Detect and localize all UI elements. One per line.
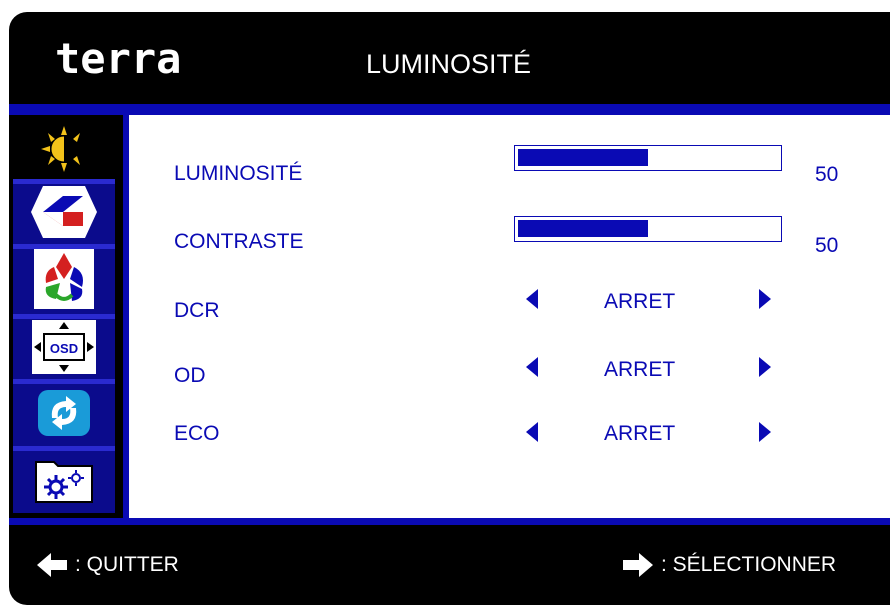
footer: : QUITTER : SÉLECTIONNER [9,525,890,605]
header: terra LUMINOSITÉ [9,12,890,104]
quit-label: : QUITTER [75,553,179,576]
settings-panel: LUMINOSITÉ 50 CONTRASTE 50 DCR ARRET OD … [123,115,890,518]
page-title: LUMINOSITÉ [366,49,532,79]
sidebar-item-reset[interactable] [13,384,115,446]
footer-divider [9,518,890,525]
brightness-value: 50 [815,163,839,186]
sidebar-item-osd-position[interactable]: OSD [13,319,115,379]
sidebar-item-brightness[interactable] [13,123,115,179]
od-prev-arrow-icon[interactable] [526,357,538,377]
dcr-label: DCR [174,299,220,322]
sidebar-item-settings[interactable] [13,451,115,513]
color-icon [34,249,94,314]
header-divider [9,104,890,115]
dcr-prev-arrow-icon[interactable] [526,289,538,309]
od-value: ARRET [604,358,676,381]
od-next-arrow-icon[interactable] [759,357,771,377]
select-hint[interactable]: : SÉLECTIONNER [621,552,836,578]
dcr-next-arrow-icon[interactable] [759,289,771,309]
settings-icon [34,456,94,509]
quit-hint[interactable]: : QUITTER [35,552,179,578]
sidebar-item-color[interactable] [13,249,115,314]
sidebar-item-image-setup[interactable] [13,184,115,244]
svg-text:OSD: OSD [50,341,78,356]
osd-window: terra LUMINOSITÉ OSD LUMINOSITÉ 50 CONTR… [9,12,890,605]
contrast-label: CONTRASTE [174,230,304,253]
arrow-left-icon [35,552,69,578]
eco-next-arrow-icon[interactable] [759,422,771,442]
select-label: : SÉLECTIONNER [661,553,837,576]
image-setup-icon [29,184,99,245]
brightness-slider-fill [518,149,648,166]
contrast-slider[interactable] [514,216,782,242]
od-label: OD [174,364,206,387]
brightness-slider[interactable] [514,145,782,171]
eco-prev-arrow-icon[interactable] [526,422,538,442]
contrast-value: 50 [815,234,839,257]
brightness-icon [36,124,92,179]
sidebar: OSD [9,115,116,518]
eco-label: ECO [174,422,220,445]
reset-icon [36,388,92,443]
brand-logo: terra [55,34,182,83]
brightness-label: LUMINOSITÉ [174,162,303,185]
eco-value: ARRET [604,422,676,445]
arrow-right-icon [621,552,655,578]
osd-position-icon: OSD [32,319,96,379]
contrast-slider-fill [518,220,648,237]
dcr-value: ARRET [604,290,676,313]
